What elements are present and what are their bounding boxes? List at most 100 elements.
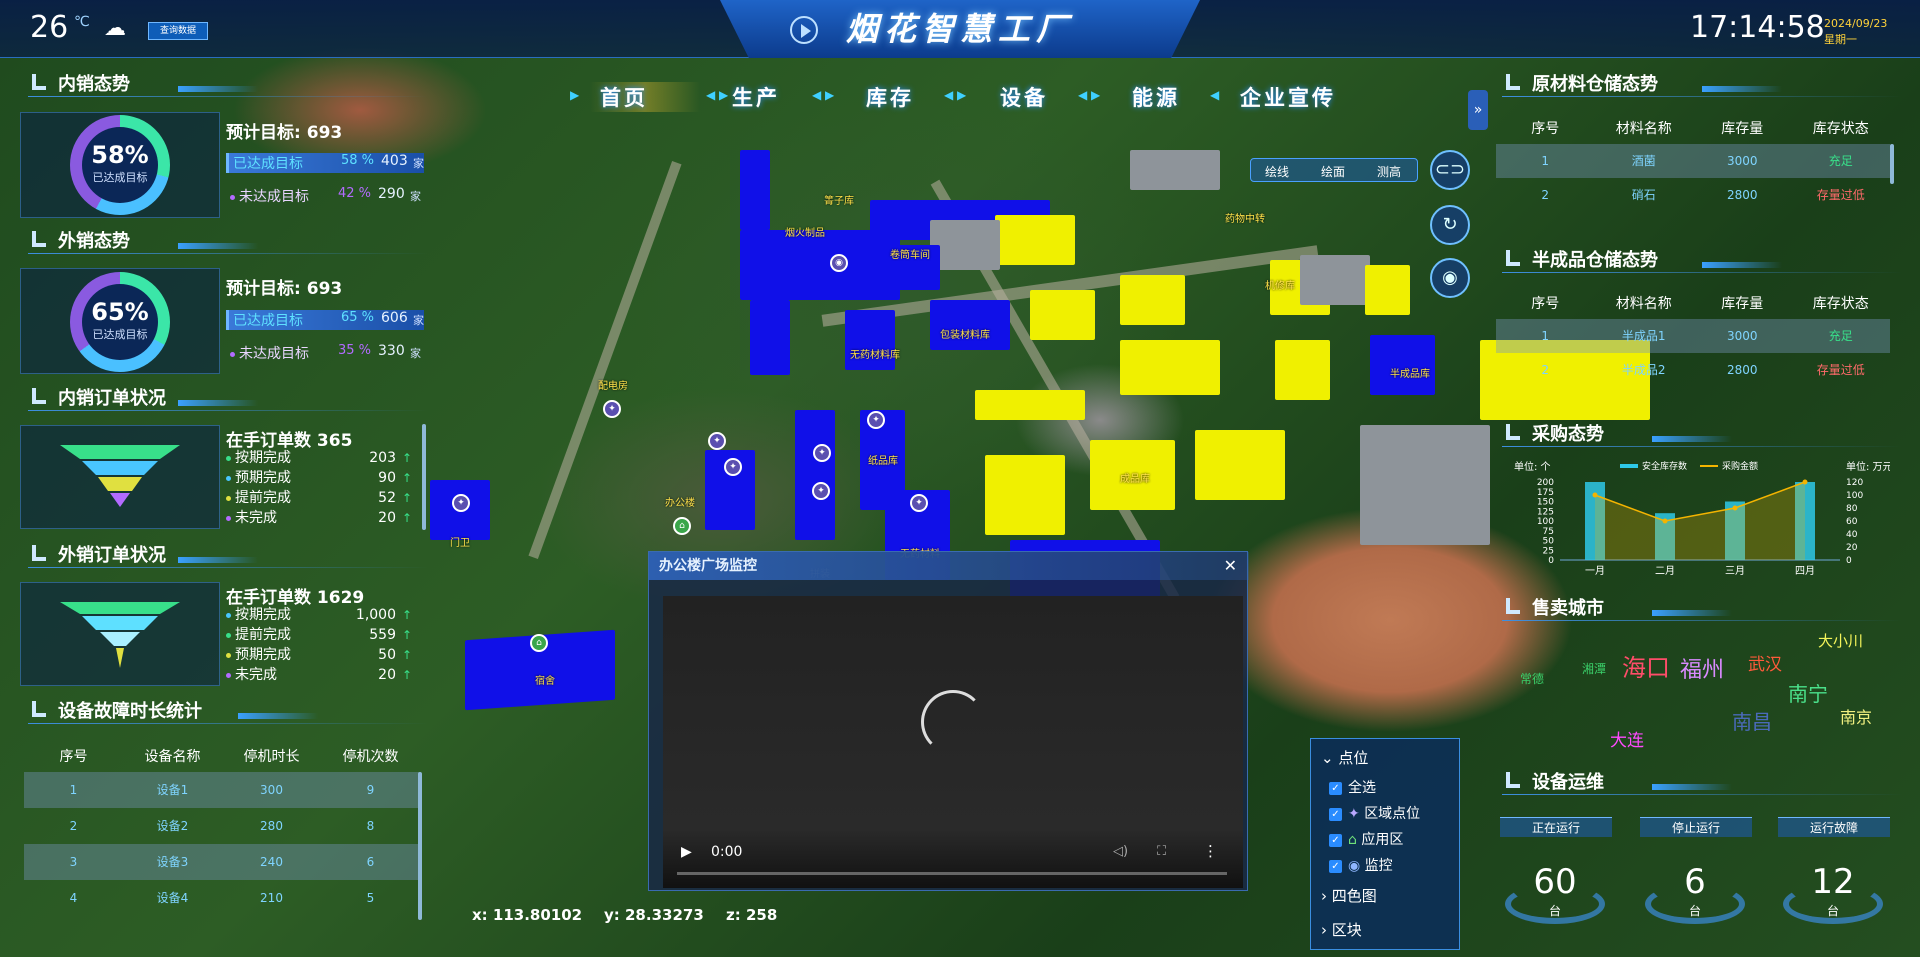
draw-line-button[interactable]: 绘线 (1265, 163, 1289, 180)
nav-item-production[interactable]: 生产 (732, 82, 780, 112)
toggle-icon[interactable]: ⊂⊃ (1430, 150, 1470, 190)
table-row[interactable]: 1 设备1 300 9 (24, 772, 420, 808)
map-building[interactable] (795, 410, 835, 540)
checkbox-icon[interactable]: ✓ (1329, 807, 1342, 821)
table-cell: 3 (69, 855, 78, 869)
close-icon[interactable]: ✕ (1224, 556, 1237, 575)
table-row[interactable]: 4 设备4 210 5 (24, 880, 420, 916)
layer-group-four-color[interactable]: › 四色图 (1321, 885, 1377, 906)
map-building[interactable] (930, 300, 1010, 350)
layer-area-points[interactable]: ✓ ✦ 区域点位 (1329, 803, 1420, 823)
nav-item-corporate[interactable]: 企业宣传 (1240, 82, 1336, 112)
cloud-icon: ☁ (104, 16, 126, 41)
purchase-chart: 单位: 个单位: 万元安全库存数 采购金额02550751001251501752… (1514, 460, 1890, 577)
nav-item-equipment[interactable]: 设备 (1000, 82, 1048, 112)
fullscreen-icon[interactable]: ⛶ (1157, 844, 1166, 859)
line-point[interactable] (1592, 492, 1598, 498)
checkbox-icon[interactable]: ✓ (1329, 781, 1342, 795)
order-status-value: 52 (378, 490, 396, 506)
table-row[interactable]: 1 酒菌 3000 充足 (1496, 144, 1890, 178)
collapse-panel-icon[interactable]: » (1468, 90, 1488, 130)
column-header: 停机次数 (342, 749, 399, 765)
video-progress-bar[interactable] (677, 872, 1227, 875)
line-point[interactable] (1662, 518, 1668, 524)
map-building[interactable] (930, 220, 1000, 270)
mute-icon[interactable]: ◁) (1113, 844, 1128, 859)
order-status-text: 未完成 (235, 667, 277, 683)
map-building[interactable] (750, 300, 790, 375)
table-row[interactable]: 2 硝石 2800 存量过低 (1496, 178, 1890, 212)
nav-item-inventory[interactable]: 库存 (866, 82, 914, 112)
video-player[interactable]: ▶ 0:00 ◁) ⛶ ⋮ (663, 596, 1243, 888)
measure-height-button[interactable]: 测高 (1377, 163, 1401, 180)
map-building[interactable] (1030, 290, 1095, 340)
section-purchase: 采购态势 (1502, 420, 1902, 447)
table-cell: 8 (366, 819, 375, 833)
order-status-value: 50 (378, 647, 396, 663)
layer-select-all[interactable]: ✓ 全选 (1329, 777, 1376, 797)
scrollbar[interactable] (422, 424, 426, 530)
fault-button[interactable]: 运行故障 (1778, 817, 1890, 837)
map-building[interactable] (740, 150, 770, 230)
right-tick-label: 100 (1846, 491, 1863, 501)
chart-icon (1506, 74, 1520, 90)
map-building[interactable] (1365, 265, 1410, 315)
table-row[interactable]: 1 半成品1 3000 充足 (1496, 319, 1890, 353)
area-point-marker[interactable]: ✦ (910, 494, 928, 512)
rotate-icon[interactable]: ↻ (1430, 205, 1470, 245)
map-building[interactable] (1120, 340, 1220, 395)
nav-item-energy[interactable]: 能源 (1132, 82, 1180, 112)
draw-area-button[interactable]: 绘面 (1321, 163, 1345, 180)
checkbox-icon[interactable]: ✓ (1329, 859, 1342, 873)
camera-marker[interactable]: ◉ (830, 254, 848, 272)
play-icon[interactable]: ▶ (681, 844, 692, 860)
application-zone-marker[interactable]: ⌂ (673, 517, 691, 535)
map-building[interactable] (1195, 430, 1285, 500)
map-building[interactable] (995, 215, 1075, 265)
map-building[interactable] (1360, 425, 1490, 545)
area-point-marker[interactable]: ✦ (812, 482, 830, 500)
area-point-marker[interactable]: ✦ (603, 400, 621, 418)
play-icon[interactable] (790, 16, 818, 44)
target-label: 预计目标: (226, 123, 301, 143)
stopped-button[interactable]: 停止运行 (1640, 817, 1752, 837)
left-tick-label: 0 (1548, 556, 1554, 566)
area-point-marker[interactable]: ✦ (867, 411, 885, 429)
layer-monitor[interactable]: ✓ ◉ 监控 (1329, 855, 1393, 875)
scrollbar[interactable] (1890, 144, 1894, 184)
area-point-marker[interactable]: ✦ (452, 494, 470, 512)
line-point[interactable] (1802, 479, 1808, 485)
query-data-button[interactable]: 查询数据 (148, 22, 208, 40)
application-zone-marker[interactable]: ⌂ (530, 634, 548, 652)
nav-item-home[interactable]: 首页 (590, 82, 700, 112)
area-point-marker[interactable]: ✦ (813, 444, 831, 462)
line-point[interactable] (1732, 505, 1738, 511)
map-building[interactable] (985, 455, 1065, 535)
map-building[interactable] (845, 310, 895, 370)
map-building[interactable] (1120, 275, 1185, 325)
area-point-marker[interactable]: ✦ (708, 432, 726, 450)
map-building[interactable] (1300, 255, 1370, 305)
layer-application-zone[interactable]: ✓ ⌂ 应用区 (1329, 829, 1403, 849)
order-status-label: 按期完成 (226, 448, 291, 468)
export-progress-ring: 65% 已达成目标 (70, 272, 170, 372)
table-row[interactable]: 2 半成品2 2800 存量过低 (1496, 353, 1890, 387)
area-point-marker[interactable]: ✦ (724, 458, 742, 476)
map-building[interactable] (740, 230, 900, 300)
map-building[interactable] (1130, 150, 1220, 190)
scrollbar[interactable] (418, 772, 422, 920)
map-building[interactable] (975, 390, 1085, 420)
table-row[interactable]: 3 设备3 240 6 (24, 844, 420, 880)
target-value: 693 (306, 279, 343, 299)
layer-group-blocks[interactable]: › 区块 (1321, 919, 1362, 940)
chevron-down-icon: ⌄ (1321, 749, 1339, 767)
more-options-icon[interactable]: ⋮ (1203, 842, 1218, 860)
checkbox-icon[interactable]: ✓ (1329, 833, 1342, 847)
layer-group-points[interactable]: ⌄ 点位 (1321, 747, 1368, 768)
eye-icon[interactable]: ◉ (1430, 258, 1470, 298)
map-building[interactable] (1275, 340, 1330, 400)
table-cell: 1 (1541, 154, 1550, 168)
table-row[interactable]: 2 设备2 280 8 (24, 808, 420, 844)
table-cell: 9 (366, 783, 375, 797)
running-button[interactable]: 正在运行 (1500, 817, 1612, 837)
